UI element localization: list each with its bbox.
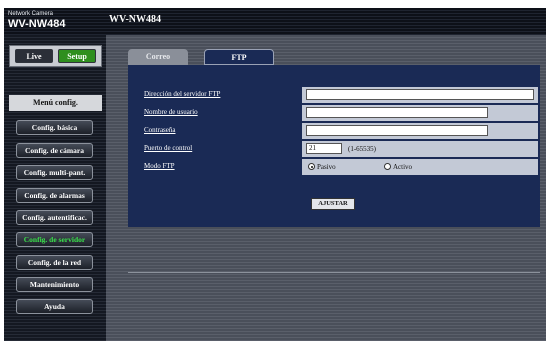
menu-title: Menú config. (9, 95, 102, 111)
tab-ftp[interactable]: FTP (204, 49, 274, 65)
sidebar: Live Setup Menú config. Config. básica C… (4, 35, 106, 341)
sidebar-item-alarms[interactable]: Config. de alarmas (16, 188, 93, 203)
ftp-mode-row: Modo FTP Pasivo Activo (140, 159, 538, 175)
sidebar-item-basic[interactable]: Config. básica (16, 120, 93, 135)
sidebar-item-server[interactable]: Config. de servidor (16, 232, 93, 247)
ftp-mode-passive-label: Pasivo (317, 163, 336, 171)
control-port-row: Puerto de control 21 (1-65535) (140, 141, 538, 157)
control-port-input[interactable]: 21 (306, 143, 342, 154)
tab-correo[interactable]: Correo (128, 49, 188, 65)
mode-switch: Live Setup (9, 45, 102, 67)
ftp-server-row: Dirección del servidor FTP (140, 87, 538, 103)
main-content: Correo FTP Dirección del servidor FTP No… (106, 35, 546, 341)
sidebar-item-maintenance[interactable]: Mantenimiento (16, 277, 93, 292)
sidebar-item-auth[interactable]: Config. autentificac. (16, 210, 93, 225)
sidebar-item-network[interactable]: Config. de la red (16, 255, 93, 270)
ftp-server-label: Dirección del servidor FTP (140, 87, 300, 103)
password-label: Contraseña (140, 123, 300, 139)
top-bar: Network Camera WV-NW484 WV-NW484 (4, 8, 546, 35)
sidebar-item-multiscreen[interactable]: Config. multi-pant. (16, 165, 93, 180)
page-title: WV-NW484 (109, 14, 162, 25)
ftp-server-input[interactable] (306, 89, 534, 100)
sidebar-item-help[interactable]: Ayuda (16, 299, 93, 314)
password-row: Contraseña (140, 123, 538, 139)
control-port-hint: (1-65535) (348, 145, 376, 153)
username-input[interactable] (306, 107, 488, 118)
setup-button[interactable]: Setup (58, 49, 96, 63)
ftp-mode-passive-radio[interactable] (308, 163, 315, 170)
ftp-mode-active-radio[interactable] (384, 163, 391, 170)
password-input[interactable] (306, 125, 488, 136)
username-label: Nombre de usuario (140, 105, 300, 121)
username-row: Nombre de usuario (140, 105, 538, 121)
live-button[interactable]: Live (15, 49, 53, 63)
control-port-label: Puerto de control (140, 141, 300, 157)
camera-setup-window: Network Camera WV-NW484 WV-NW484 Live Se… (4, 8, 546, 341)
panel-divider (128, 272, 540, 273)
ftp-mode-label: Modo FTP (140, 159, 300, 175)
ftp-mode-active-label: Activo (393, 163, 413, 171)
submit-button[interactable]: AJUSTAR (311, 198, 355, 210)
brand-caption: Network Camera (8, 11, 54, 17)
brand-model: WV-NW484 (8, 18, 66, 30)
sidebar-item-camera[interactable]: Config. de cámara (16, 143, 93, 158)
